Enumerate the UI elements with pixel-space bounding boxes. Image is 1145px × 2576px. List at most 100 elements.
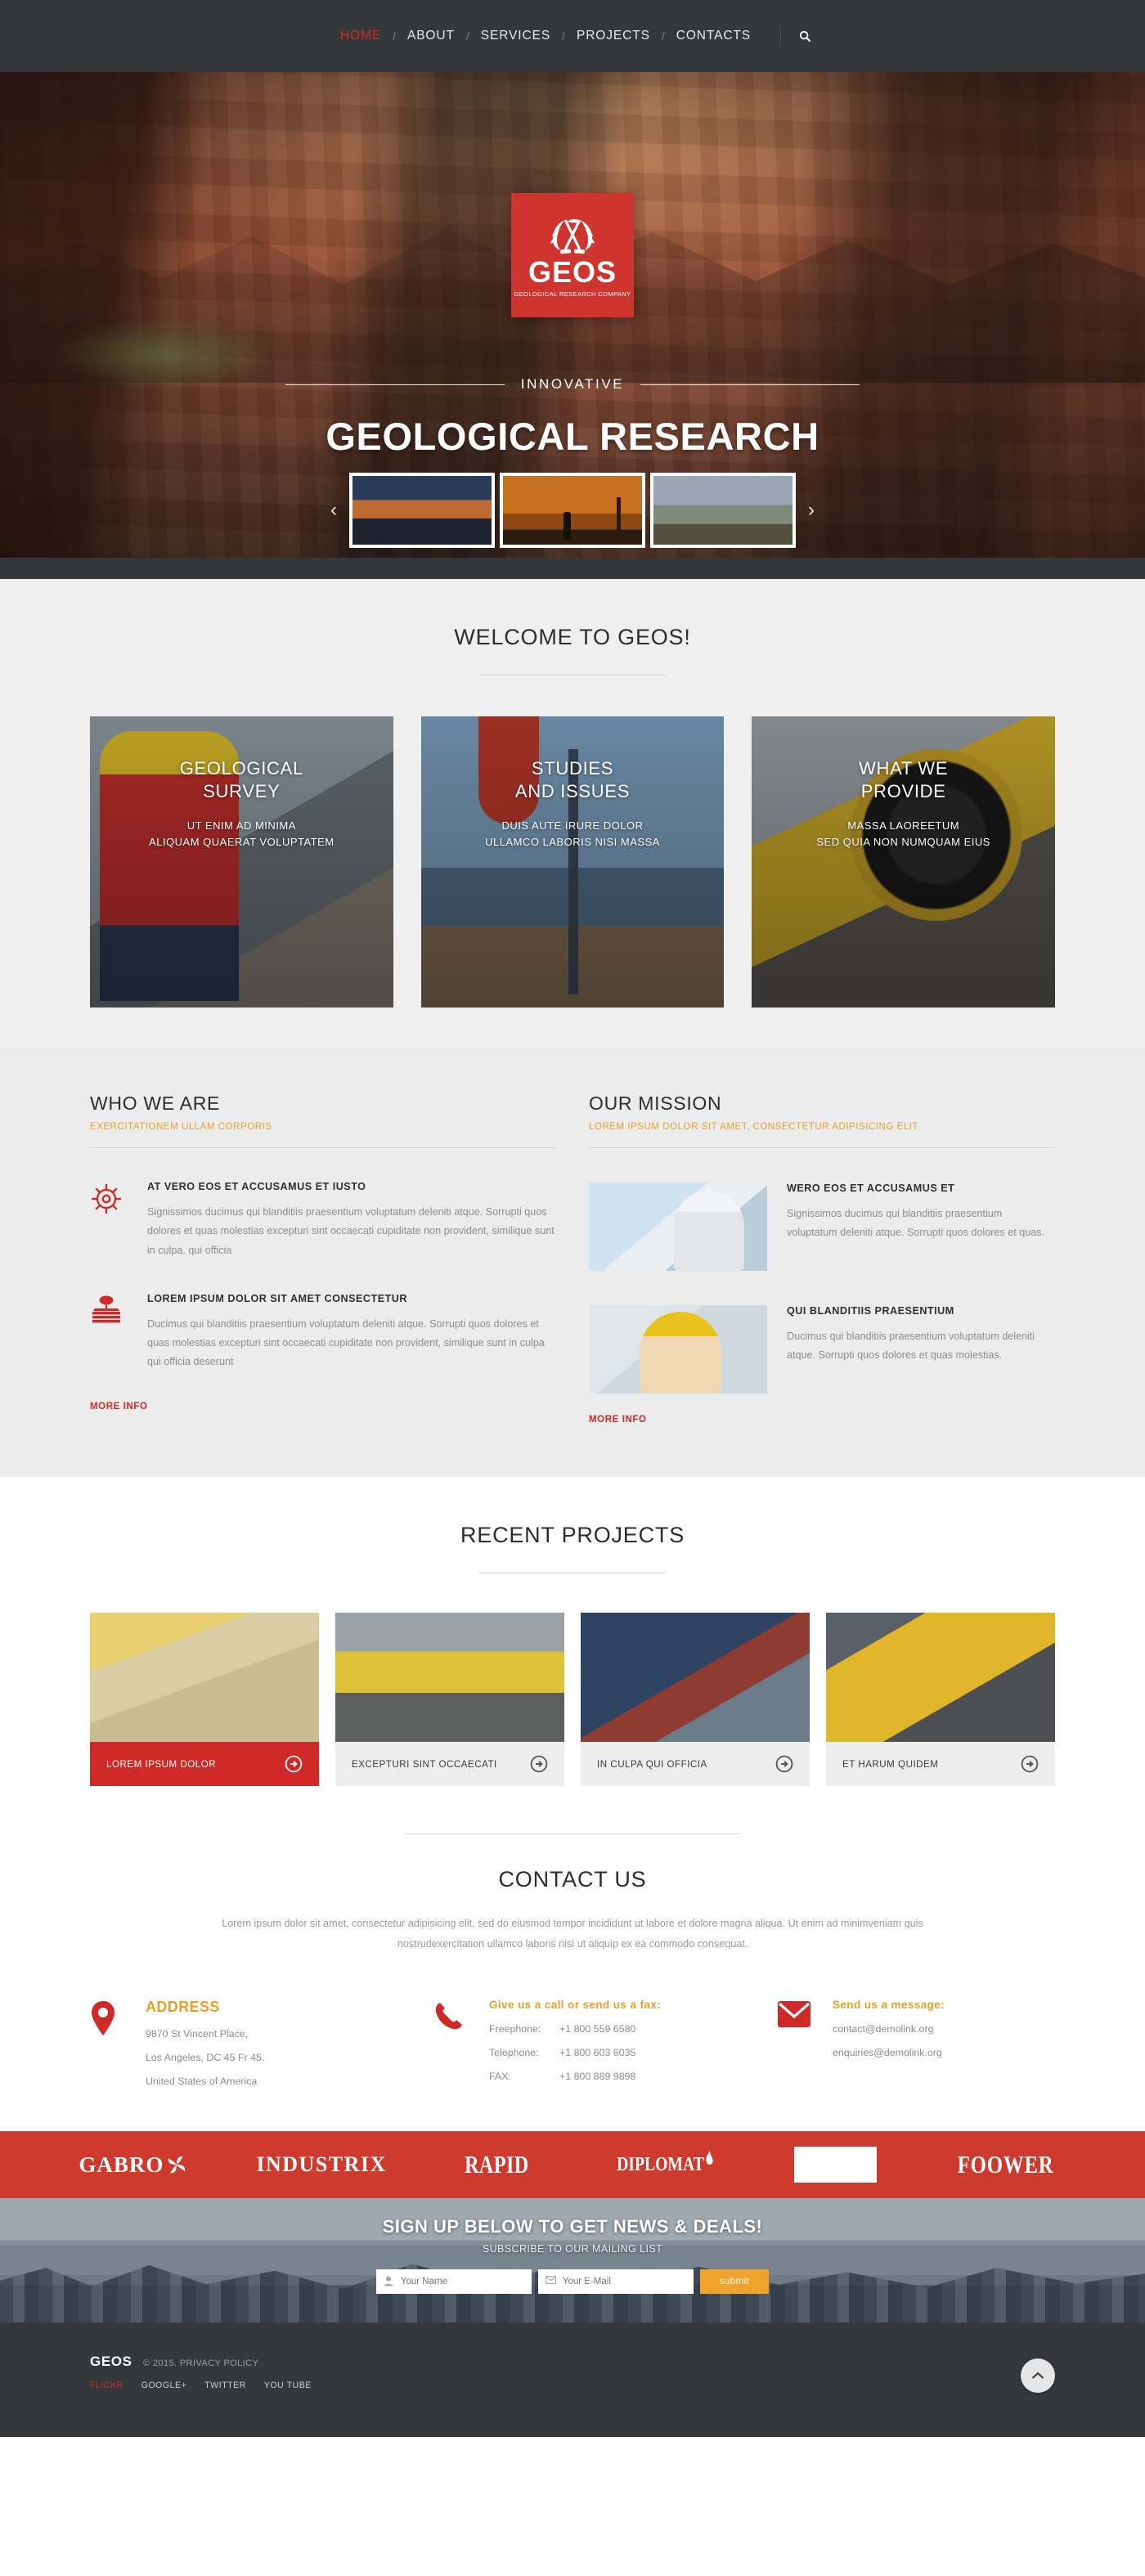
social-link-flickr[interactable]: FLICKR: [90, 2381, 123, 2390]
nav-item-projects[interactable]: PROJECTS: [565, 29, 662, 43]
feature-item: AT VERO EOS ET ACCUSAMUS ET IUSTO Signis…: [90, 1181, 556, 1260]
mission-item: WERO EOS ET ACCUSAMUS ET Signissimos duc…: [589, 1183, 1055, 1271]
project-card[interactable]: ET HARUM QUIDEM: [826, 1613, 1055, 1786]
our-mission-subtitle: LOREM IPSUM DOLOR SIT AMET, CONSECTETUR …: [589, 1122, 919, 1132]
slider-thumb-1[interactable]: [349, 473, 495, 548]
mail-icon: [545, 2276, 556, 2285]
our-mission-more-info-link[interactable]: MORE INFO: [589, 1415, 647, 1425]
phone-icon: [435, 2003, 462, 2030]
who-we-are-more-info-link[interactable]: MORE INFO: [90, 1402, 148, 1411]
feature-heading: LOREM IPSUM DOLOR SIT AMET CONSECTETUR: [147, 1292, 407, 1304]
welcome-cards: GEOLOGICAL SURVEY UT ENIM AD MINIMA ALIQ…: [90, 716, 1056, 1008]
project-card[interactable]: LOREM IPSUM DOLOR: [90, 1613, 319, 1786]
newsletter-submit-button[interactable]: submit: [699, 2269, 770, 2295]
phone-key: FAX:: [489, 2071, 511, 2083]
site-logo[interactable]: GEOS GEOLOGICAL RESEARCH COMPANY: [511, 193, 634, 317]
social-link-youtube[interactable]: YOU TUBE: [264, 2381, 312, 2390]
hero-slider: GEOS GEOLOGICAL RESEARCH COMPANY INNOVAT…: [0, 72, 1145, 579]
slider-thumbnails: ‹ ›: [323, 473, 822, 548]
arrow-right-circle-icon[interactable]: [1021, 1755, 1039, 1773]
contact-section: CONTACT US Lorem ipsum dolor sit amet, c…: [0, 1833, 1145, 2132]
our-mission-column: OUR MISSION LOREM IPSUM DOLOR SIT AMET, …: [589, 1093, 1055, 1426]
slider-prev-button[interactable]: ‹: [323, 490, 344, 531]
column-rule: [90, 1147, 556, 1148]
phone-key: Telephone:: [489, 2047, 539, 2059]
nav-item-services[interactable]: SERVICES: [469, 29, 562, 43]
partner-logo-diplomat[interactable]: DIPLOMAT: [617, 2151, 715, 2179]
who-we-are-title: WHO WE ARE: [90, 1093, 221, 1114]
welcome-title: WELCOME TO GEOS!: [454, 625, 691, 649]
partner-label: RAPID: [464, 2150, 529, 2179]
partner-label: GLOBO: [806, 2156, 864, 2174]
contact-lead-text: Lorem ipsum dolor sit amet, consectetur …: [222, 1918, 923, 1950]
slider-thumb-3[interactable]: [650, 473, 796, 548]
project-card[interactable]: EXCEPTURI SINT OCCAECATI: [335, 1613, 564, 1786]
projects-header: RECENT PROJECTS: [0, 1523, 1145, 1573]
mission-text: Signissimos ducimus qui blanditiis praes…: [787, 1208, 1045, 1239]
project-bar: IN CULPA QUI OFFICIA: [581, 1742, 810, 1786]
project-bar: ET HARUM QUIDEM: [826, 1742, 1055, 1786]
feature-heading: AT VERO EOS ET ACCUSAMUS ET IUSTO: [147, 1181, 366, 1192]
logo-tagline: GEOLOGICAL RESEARCH COMPANY: [514, 289, 631, 298]
email-address[interactable]: enquiries@demolink.org: [833, 2047, 945, 2058]
welcome-section: WELCOME TO GEOS! GEOLOGICAL SURVEY UT EN…: [0, 579, 1145, 1048]
arrow-right-circle-icon[interactable]: [530, 1755, 548, 1773]
partner-logo-globo[interactable]: GLOBO: [793, 2147, 878, 2183]
phone-row: FAX: +1 800 889 9898: [489, 2071, 661, 2082]
user-icon: [384, 2276, 393, 2287]
hero-title: GEOLOGICAL RESEARCH: [326, 415, 819, 458]
nav-item-about[interactable]: ABOUT: [396, 29, 466, 43]
who-we-are-subtitle: EXERCITATIONEM ULLAM CORPORIS: [90, 1122, 272, 1132]
card-title: WHAT WE PROVIDE: [859, 758, 949, 802]
welcome-card-what-we-provide[interactable]: WHAT WE PROVIDE MASSA LAOREETUM SED QUIA…: [752, 716, 1056, 1008]
nav-item-contacts[interactable]: CONTACTS: [665, 29, 762, 43]
partner-logo-gabro[interactable]: GABRO: [79, 2152, 187, 2178]
mission-heading: WERO EOS ET ACCUSAMUS ET: [787, 1183, 955, 1194]
nav-item-home[interactable]: HOME: [329, 29, 393, 43]
search-button[interactable]: [794, 30, 816, 43]
contact-email-block: Send us a message: contact@demolink.org …: [777, 1999, 1055, 2087]
column-rule: [589, 1147, 1055, 1148]
project-label: IN CULPA QUI OFFICIA: [597, 1758, 707, 1770]
site-footer: GEOS © 2015. PRIVACY POLICY FLICKR GOOGL…: [0, 2322, 1145, 2438]
project-photo: [90, 1613, 319, 1742]
mission-item: QUI BLANDITIIS PRAESENTIUM Ducimus qui b…: [589, 1305, 1055, 1393]
feature-text: Ducimus qui blanditiis praesentium volup…: [147, 1317, 545, 1368]
arrow-right-circle-icon[interactable]: [285, 1755, 303, 1773]
contact-address-block: ADDRESS 9870 St Vincent Place, Los Angel…: [90, 1999, 433, 2087]
social-link-twitter[interactable]: TWITTER: [204, 2381, 246, 2390]
partner-logo-rapid[interactable]: RAPID: [465, 2150, 529, 2179]
slider-next-button[interactable]: ›: [801, 490, 822, 531]
chevron-up-icon: [1031, 2372, 1044, 2379]
hero-kicker: INNOVATIVE: [285, 376, 861, 393]
partner-logo-industrix[interactable]: INDUSTRIX: [256, 2152, 386, 2177]
project-label: LOREM IPSUM DOLOR: [106, 1758, 217, 1770]
footer-brand: GEOS: [90, 2354, 132, 2370]
newsletter-section: SIGN UP BELOW TO GET NEWS & DEALS! SUBSC…: [0, 2198, 1145, 2323]
address-line: Los Angeles, DC 45 Fr 45.: [146, 2052, 265, 2064]
welcome-card-studies-and-issues[interactable]: STUDIES AND ISSUES DUIS AUTE IRURE DOLOR…: [420, 716, 725, 1008]
rock-strata-icon: [92, 1295, 120, 1323]
project-card[interactable]: IN CULPA QUI OFFICIA: [581, 1613, 810, 1786]
partner-label: DIPLOMAT: [617, 2153, 705, 2175]
email-address[interactable]: contact@demolink.org: [833, 2023, 945, 2035]
mission-photo-worker: [589, 1305, 767, 1393]
welcome-card-geological-survey[interactable]: GEOLOGICAL SURVEY UT ENIM AD MINIMA ALIQ…: [90, 716, 393, 1008]
search-icon: [799, 30, 811, 42]
card-text: WHAT WE PROVIDE MASSA LAOREETUM SED QUIA…: [752, 757, 1055, 850]
phone-value: +1 800 889 9898: [559, 2071, 636, 2083]
top-navigation-bar: HOME / ABOUT / SERVICES / PROJECTS / CON…: [0, 0, 1145, 72]
partner-logo-foower[interactable]: FOOWER: [958, 2150, 1054, 2179]
address-title: ADDRESS: [146, 1999, 220, 2016]
arrow-right-circle-icon[interactable]: [775, 1755, 793, 1773]
footer-copyright: © 2015. PRIVACY POLICY: [142, 2358, 259, 2369]
page-root: HOME / ABOUT / SERVICES / PROJECTS / CON…: [0, 0, 1145, 2438]
project-label: ET HARUM QUIDEM: [842, 1758, 939, 1770]
newsletter-name-input[interactable]: [375, 2269, 532, 2295]
address-icon-wrap: [90, 1999, 132, 2087]
social-link-googleplus[interactable]: GOOGLE+: [141, 2381, 187, 2390]
slider-thumb-2[interactable]: [500, 473, 645, 548]
footer-social-links: FLICKR GOOGLE+ TWITTER YOU TUBE: [90, 2381, 1055, 2390]
email-icon-wrap: [777, 1999, 819, 2087]
newsletter-email-input[interactable]: [537, 2269, 694, 2295]
